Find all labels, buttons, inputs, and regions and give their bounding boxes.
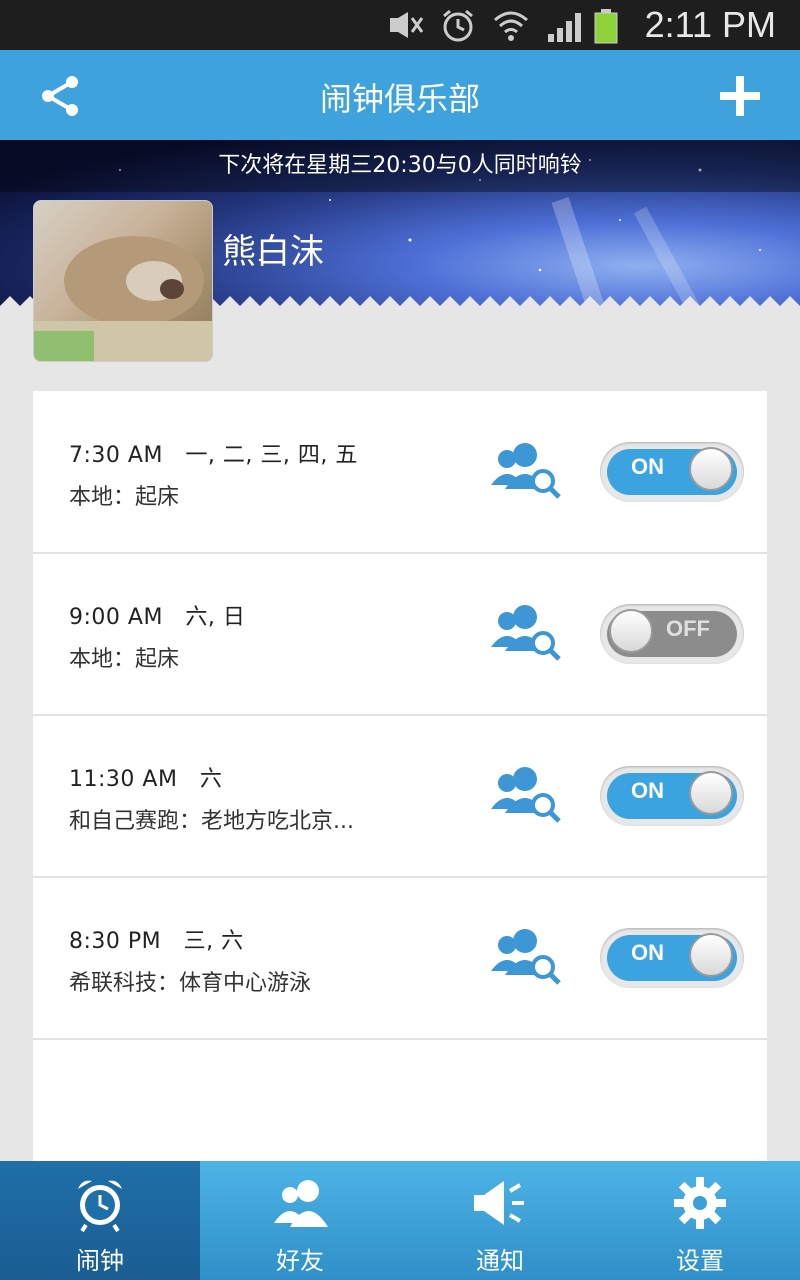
page-title: 闹钟俱乐部 <box>319 80 480 118</box>
tab-settings[interactable]: 设置 <box>600 1161 800 1280</box>
add-icon[interactable] <box>716 72 764 120</box>
alarm-list: 7:30 AM 一, 二, 三, 四, 五 本地：起床 ON 9:00 AM 六… <box>33 391 767 1171</box>
toggle-knob <box>609 609 653 653</box>
alarm-clock-icon <box>78 1180 122 1233</box>
bottom-tab-bar: 闹钟 好友 通知 设置 <box>0 1161 800 1280</box>
find-friends-icon[interactable] <box>489 925 563 987</box>
alarm-schedule: 8:30 PM 三, 六 <box>69 929 244 954</box>
avatar[interactable] <box>33 200 213 362</box>
megaphone-icon <box>474 1181 524 1225</box>
toggle-knob <box>689 447 733 491</box>
tab-friends[interactable]: 好友 <box>200 1161 400 1280</box>
toggle-knob <box>689 933 733 977</box>
avatar-image <box>34 236 212 361</box>
alarm-schedule: 9:00 AM 六, 日 <box>69 605 246 630</box>
find-friends-icon[interactable] <box>489 763 563 825</box>
tab-label: 通知 <box>476 1247 524 1275</box>
app-bar: 闹钟俱乐部 <box>0 50 800 140</box>
alarm-description: 本地：起床 <box>69 485 180 510</box>
alarm-schedule: 11:30 AM 六 <box>69 767 223 792</box>
find-friends-icon[interactable] <box>489 439 563 501</box>
mute-icon <box>390 12 424 38</box>
alarm-toggle[interactable]: ON <box>600 442 744 502</box>
find-friends-icon[interactable] <box>489 601 563 663</box>
alarm-toggle[interactable]: ON <box>600 928 744 988</box>
alarm-row[interactable]: 9:00 AM 六, 日 本地：起床 OFF <box>33 553 767 716</box>
battery-icon <box>594 9 618 44</box>
toggle-label: ON <box>631 940 664 965</box>
alarm-description: 希联科技：体育中心游泳 <box>69 971 312 996</box>
alarm-row[interactable]: 11:30 AM 六 和自己赛跑：老地方吃北京... ON <box>33 715 767 878</box>
tab-notifications[interactable]: 通知 <box>400 1161 600 1280</box>
alarm-status-icon <box>443 9 473 42</box>
alarm-row[interactable]: 7:30 AM 一, 二, 三, 四, 五 本地：起床 ON <box>33 391 767 554</box>
alarm-description: 本地：起床 <box>69 647 180 672</box>
status-bar: 2:11 PM <box>0 0 800 50</box>
wifi-icon <box>494 11 528 41</box>
toggle-knob <box>689 771 733 815</box>
alarm-row[interactable]: 8:30 PM 三, 六 希联科技：体育中心游泳 ON <box>33 877 767 1040</box>
tab-label: 设置 <box>676 1247 724 1275</box>
clock-time: 2:11 PM <box>644 4 776 45</box>
toggle-label: ON <box>631 778 664 803</box>
toggle-label: OFF <box>666 616 710 641</box>
tab-alarm[interactable]: 闹钟 <box>0 1161 200 1280</box>
signal-icon <box>548 13 581 42</box>
friends-icon <box>274 1180 328 1227</box>
gear-icon <box>674 1177 726 1229</box>
alarm-schedule: 7:30 AM 一, 二, 三, 四, 五 <box>69 443 358 468</box>
tab-label: 闹钟 <box>76 1247 124 1275</box>
alarm-toggle[interactable]: ON <box>600 766 744 826</box>
alarm-description: 和自己赛跑：老地方吃北京... <box>69 809 354 834</box>
next-alarm-notice: 下次将在星期三20:30与0人同时响铃 <box>0 140 800 192</box>
user-name: 熊白沫 <box>222 232 324 272</box>
alarm-toggle[interactable]: OFF <box>600 604 744 664</box>
tab-label: 好友 <box>276 1247 324 1275</box>
toggle-label: ON <box>631 454 664 479</box>
